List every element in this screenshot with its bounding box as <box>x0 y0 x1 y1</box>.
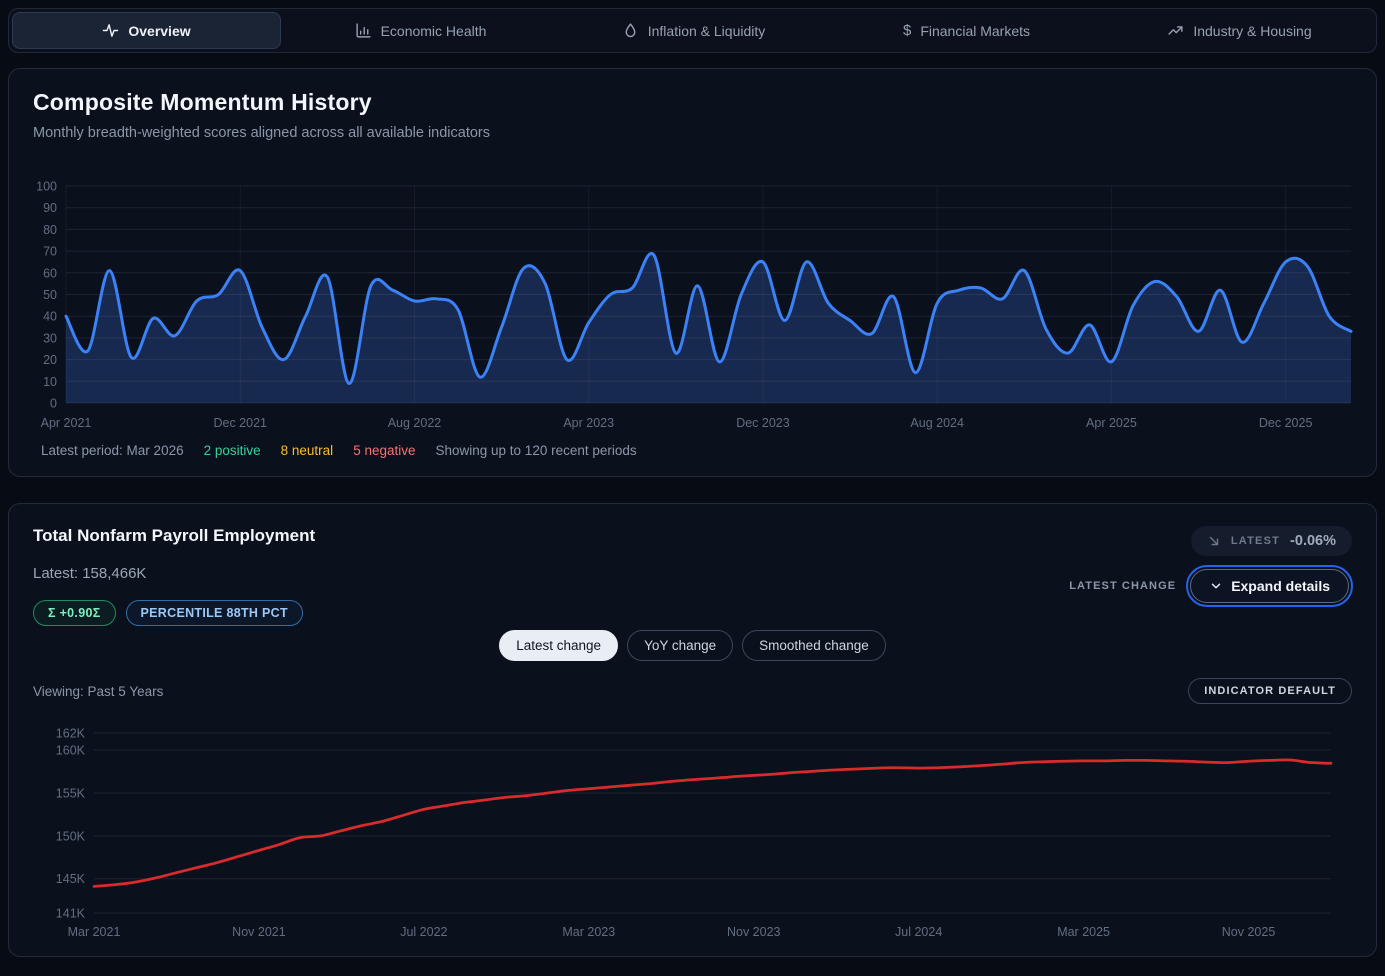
svg-text:Aug 2024: Aug 2024 <box>910 416 964 430</box>
toggle-smoothed-change[interactable]: Smoothed change <box>742 630 886 661</box>
svg-text:50: 50 <box>43 288 57 302</box>
tab-label: Financial Markets <box>920 23 1030 39</box>
latest-period-text: Latest period: Mar 2026 <box>41 443 184 458</box>
tab-inflation-liquidity[interactable]: Inflation & Liquidity <box>560 12 827 49</box>
trending-up-icon <box>1167 22 1184 39</box>
positive-count: 2 positive <box>204 443 261 458</box>
toggle-yoy-change[interactable]: YoY change <box>627 630 733 661</box>
latest-change-label: LATEST CHANGE <box>1069 580 1176 592</box>
latest-pill-value: -0.06% <box>1290 533 1336 549</box>
svg-text:Apr 2025: Apr 2025 <box>1086 416 1137 430</box>
svg-text:Apr 2021: Apr 2021 <box>41 416 92 430</box>
svg-text:150K: 150K <box>56 829 86 843</box>
dollar-icon: $ <box>903 23 911 38</box>
svg-text:30: 30 <box>43 331 57 345</box>
toggle-latest-change[interactable]: Latest change <box>499 630 618 661</box>
svg-text:155K: 155K <box>56 787 86 801</box>
svg-text:70: 70 <box>43 245 57 259</box>
payroll-card: Total Nonfarm Payroll Employment Latest:… <box>8 503 1377 957</box>
tab-overview[interactable]: Overview <box>12 12 281 49</box>
tab-label: Overview <box>128 23 190 39</box>
svg-text:145K: 145K <box>56 872 86 886</box>
momentum-card-subtitle: Monthly breadth-weighted scores aligned … <box>33 125 1376 141</box>
momentum-card-title: Composite Momentum History <box>33 89 1376 116</box>
viewing-range-label: Viewing: Past 5 Years <box>33 684 163 699</box>
negative-count: 5 negative <box>353 443 415 458</box>
svg-text:Mar 2023: Mar 2023 <box>562 925 615 939</box>
sigma-badge: Σ +0.90Σ <box>33 600 116 626</box>
svg-text:20: 20 <box>43 353 57 367</box>
tab-financial-markets[interactable]: $ Financial Markets <box>833 12 1100 49</box>
payroll-card-title: Total Nonfarm Payroll Employment <box>33 526 315 546</box>
payroll-latest-value: Latest: 158,466K <box>33 565 315 582</box>
indicator-default-button[interactable]: INDICATOR DEFAULT <box>1188 678 1352 704</box>
svg-text:0: 0 <box>50 397 57 411</box>
svg-text:141K: 141K <box>56 907 86 921</box>
neutral-count: 8 neutral <box>281 443 334 458</box>
tab-label: Inflation & Liquidity <box>648 23 766 39</box>
svg-text:100: 100 <box>36 180 57 194</box>
svg-text:Mar 2021: Mar 2021 <box>68 925 121 939</box>
tab-label: Economic Health <box>381 23 487 39</box>
arrow-down-right-icon <box>1207 534 1221 548</box>
momentum-chart-footer: Latest period: Mar 2026 2 positive 8 neu… <box>41 443 1352 458</box>
payroll-chart: 141K 145K 150K 155K 160K 162K Mar 2021 Nov 2021… <box>33 718 1354 942</box>
periods-note: Showing up to 120 recent periods <box>436 443 637 458</box>
percentile-badge: PERCENTILE 88TH PCT <box>126 600 303 626</box>
svg-text:80: 80 <box>43 223 57 237</box>
expand-details-label: Expand details <box>1231 578 1330 594</box>
svg-text:Dec 2023: Dec 2023 <box>736 416 790 430</box>
svg-text:Apr 2023: Apr 2023 <box>563 416 614 430</box>
svg-text:160K: 160K <box>56 744 86 758</box>
svg-text:162K: 162K <box>56 727 86 741</box>
latest-pill-label: LATEST <box>1231 535 1280 547</box>
main-tab-bar: Overview Economic Health Inflation & Liq… <box>8 8 1377 53</box>
latest-change-pill: LATEST -0.06% <box>1191 526 1352 556</box>
svg-text:40: 40 <box>43 310 57 324</box>
svg-text:Nov 2023: Nov 2023 <box>727 925 781 939</box>
svg-text:60: 60 <box>43 266 57 280</box>
svg-text:Dec 2021: Dec 2021 <box>213 416 267 430</box>
tab-label: Industry & Housing <box>1193 23 1311 39</box>
svg-text:Nov 2021: Nov 2021 <box>232 925 286 939</box>
droplet-icon <box>622 22 639 39</box>
momentum-chart: 0 10 20 30 40 50 60 70 80 90 100 Apr 2021 Dec 2021 Au… <box>9 161 1378 433</box>
tab-industry-housing[interactable]: Industry & Housing <box>1106 12 1373 49</box>
svg-text:90: 90 <box>43 201 57 215</box>
change-mode-toggle-group: Latest change YoY change Smoothed change <box>33 630 1352 661</box>
expand-details-button[interactable]: Expand details <box>1190 569 1349 603</box>
bar-chart-icon <box>355 22 372 39</box>
chevron-down-icon <box>1209 579 1223 593</box>
payroll-header-left: Total Nonfarm Payroll Employment Latest:… <box>33 526 315 626</box>
svg-text:Jul 2024: Jul 2024 <box>895 925 942 939</box>
svg-text:Mar 2025: Mar 2025 <box>1057 925 1110 939</box>
activity-icon <box>102 22 119 39</box>
momentum-card: Composite Momentum History Monthly bread… <box>8 68 1377 477</box>
tab-economic-health[interactable]: Economic Health <box>287 12 554 49</box>
svg-text:10: 10 <box>43 375 57 389</box>
svg-text:Jul 2022: Jul 2022 <box>400 925 447 939</box>
svg-text:Aug 2022: Aug 2022 <box>388 416 442 430</box>
svg-text:Nov 2025: Nov 2025 <box>1222 925 1276 939</box>
svg-text:Dec 2025: Dec 2025 <box>1259 416 1313 430</box>
